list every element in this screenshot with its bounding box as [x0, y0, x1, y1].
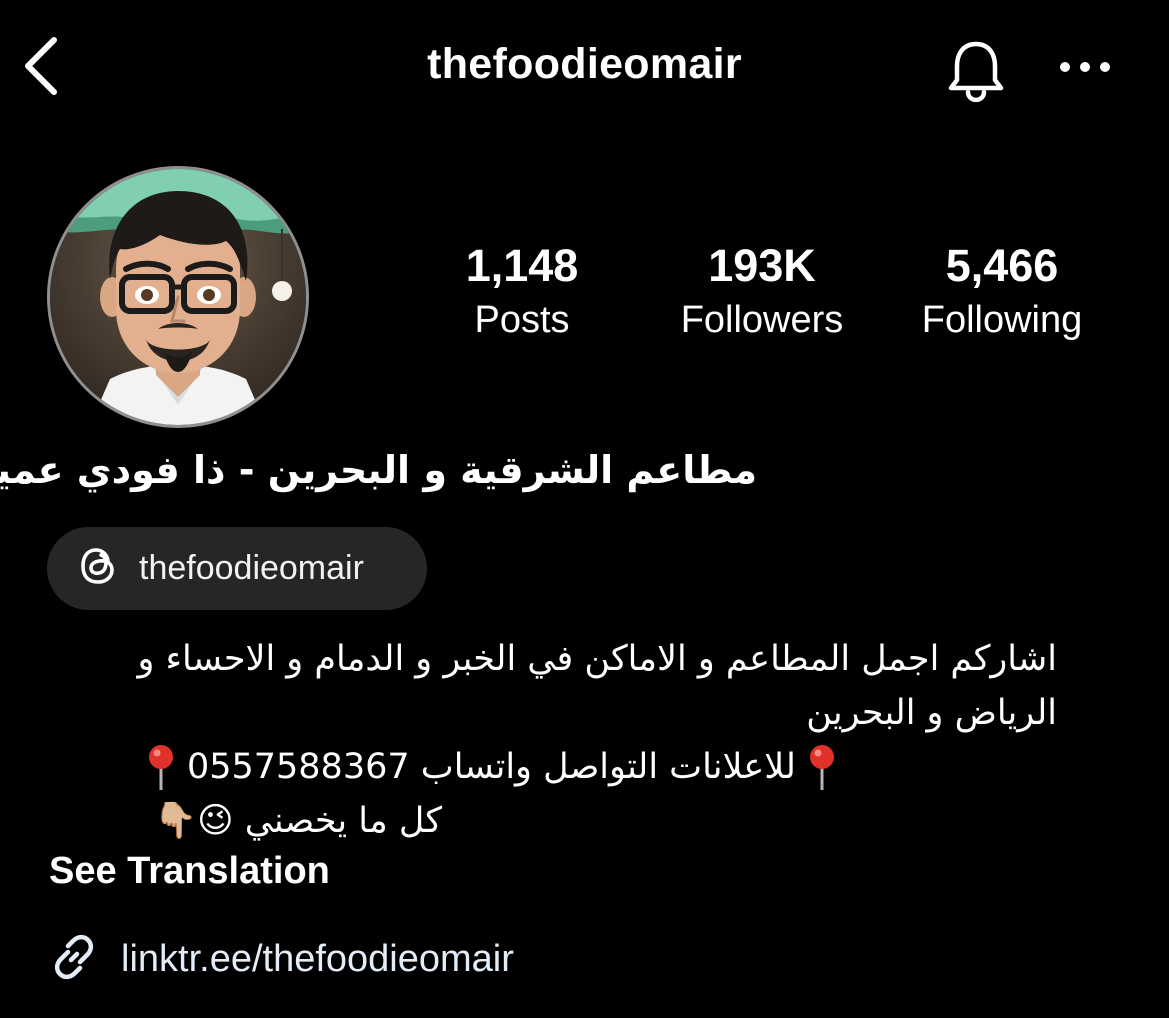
link-url: linktr.ee/thefoodieomair	[121, 938, 514, 980]
bitmoji-avatar	[50, 169, 306, 425]
notifications-button[interactable]	[936, 34, 1016, 108]
chevron-left-icon	[20, 34, 60, 103]
bio-line-4: كل ما يخصني 😉👇🏼	[47, 794, 1057, 848]
back-button[interactable]	[20, 30, 80, 106]
threads-icon	[77, 544, 121, 593]
more-horizontal-icon	[1059, 60, 1111, 78]
wink-and-pointing-down-emoji: 😉👇🏼	[153, 801, 234, 841]
see-translation-button[interactable]: See Translation	[49, 850, 330, 893]
stat-followers[interactable]: 193K Followers	[652, 236, 872, 344]
more-options-button[interactable]	[1050, 44, 1120, 94]
bio-line-3: للاعلانات التواصل واتساب 0557588367	[47, 740, 1057, 794]
stat-following[interactable]: 5,466 Following	[892, 236, 1112, 344]
bio-ads-contact: للاعلانات التواصل واتساب 0557588367	[186, 747, 796, 787]
external-link[interactable]: linktr.ee/thefoodieomair	[47, 930, 514, 989]
pin-icon	[146, 744, 176, 792]
stat-following-count: 5,466	[945, 240, 1059, 291]
stat-posts-count: 1,148	[465, 240, 579, 291]
bio-line-2: الرياض و البحرين	[806, 693, 1057, 733]
stat-followers-label: Followers	[680, 299, 844, 341]
stat-posts[interactable]: 1,148 Posts	[412, 236, 632, 344]
link-icon	[47, 930, 101, 989]
profile-avatar[interactable]	[47, 166, 309, 428]
stat-posts-label: Posts	[474, 299, 570, 341]
bio-line-1: اشاركم اجمل المطاعم و الاماكن في الخبر و…	[137, 639, 1057, 679]
stat-followers-count: 193K	[708, 240, 816, 291]
threads-profile-button[interactable]: thefoodieomair	[47, 527, 427, 610]
bio-line-4-text: كل ما يخصني	[244, 801, 442, 841]
profile-full-name: مطاعم الشرقية و البحرين - ذا فودي عمير	[0, 448, 757, 492]
threads-handle: thefoodieomair	[139, 549, 364, 587]
pin-icon	[807, 744, 837, 792]
bell-icon	[943, 36, 1009, 107]
profile-bio: اشاركم اجمل المطاعم و الاماكن في الخبر و…	[47, 632, 1057, 848]
stat-following-label: Following	[921, 299, 1083, 341]
